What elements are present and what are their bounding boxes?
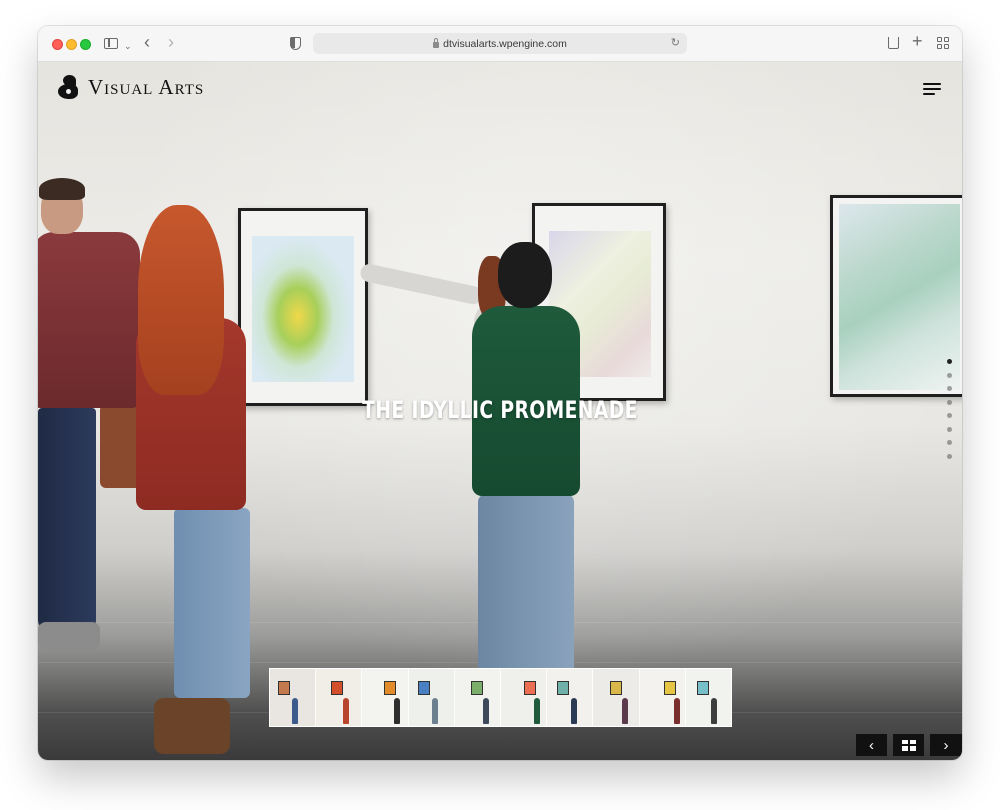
slide-dot-3[interactable] <box>947 386 952 391</box>
address-bar[interactable]: dtvisualarts.wpengine.com ↻ <box>313 33 687 54</box>
slide-thumbnail-5[interactable] <box>454 669 502 726</box>
slide-dot-4[interactable] <box>947 399 952 405</box>
slide-thumbnail-2[interactable] <box>316 669 363 726</box>
slide-dot-5[interactable] <box>947 413 952 418</box>
logo-icon <box>58 75 80 99</box>
brand-name: Visual Arts <box>88 75 205 99</box>
browser-window: ⌄ ‹ › dtvisualarts.wpengine.com ↻ + Visu… <box>38 26 962 760</box>
slide-dot-7[interactable] <box>947 440 952 445</box>
slide-title[interactable]: THE IDYLLIC PROMENADE <box>140 396 861 424</box>
minimize-window-button[interactable] <box>66 39 77 50</box>
slide-pagination <box>947 359 955 467</box>
grid-icon <box>901 739 916 751</box>
slide-dot-1[interactable] <box>947 359 952 364</box>
previous-slide-button[interactable]: ‹ <box>856 734 887 756</box>
slide-thumbnail-1[interactable] <box>270 669 317 726</box>
shield-icon[interactable] <box>290 37 301 50</box>
web-page: Visual Arts THE IDYLLIC PROMENADE ‹ › <box>38 62 962 760</box>
next-slide-button[interactable]: › <box>930 734 962 756</box>
chevron-left-icon: ‹ <box>869 736 874 754</box>
slide-dot-8[interactable] <box>947 453 952 459</box>
lock-icon <box>433 37 440 48</box>
slide-thumbnail-8[interactable] <box>593 669 640 726</box>
back-icon[interactable]: ‹ <box>144 32 150 52</box>
chevron-right-icon: › <box>943 736 949 754</box>
slide-thumbnail-3[interactable] <box>362 669 409 726</box>
artwork-frame <box>238 208 368 406</box>
slide-thumbnail-9[interactable] <box>639 669 686 726</box>
browser-toolbar: ⌄ ‹ › dtvisualarts.wpengine.com ↻ + <box>38 26 962 62</box>
forward-icon[interactable]: › <box>168 32 174 52</box>
hamburger-icon[interactable] <box>923 83 941 95</box>
slide-dot-2[interactable] <box>947 372 952 378</box>
thumbnail-strip <box>269 668 732 727</box>
new-tab-icon[interactable]: + <box>912 31 923 51</box>
share-icon[interactable] <box>888 37 899 49</box>
tab-overview-icon[interactable] <box>937 37 949 49</box>
slide-dot-6[interactable] <box>947 426 952 432</box>
slide-thumbnail-6[interactable] <box>501 669 548 726</box>
slide-thumbnail-4[interactable] <box>408 669 455 726</box>
maximize-window-button[interactable] <box>80 39 91 50</box>
reload-icon[interactable]: ↻ <box>671 36 680 49</box>
chevron-down-icon[interactable]: ⌄ <box>124 36 132 56</box>
thumbnails-toggle-button[interactable] <box>893 734 924 756</box>
artwork-frame <box>830 195 962 397</box>
visitor-figure <box>38 232 140 408</box>
url-text: dtvisualarts.wpengine.com <box>443 37 567 50</box>
site-logo[interactable]: Visual Arts <box>58 75 204 99</box>
close-window-button[interactable] <box>52 39 63 50</box>
slide-thumbnail-7[interactable] <box>547 669 594 726</box>
sidebar-icon[interactable] <box>104 38 118 49</box>
slide-thumbnail-10[interactable] <box>685 669 732 726</box>
